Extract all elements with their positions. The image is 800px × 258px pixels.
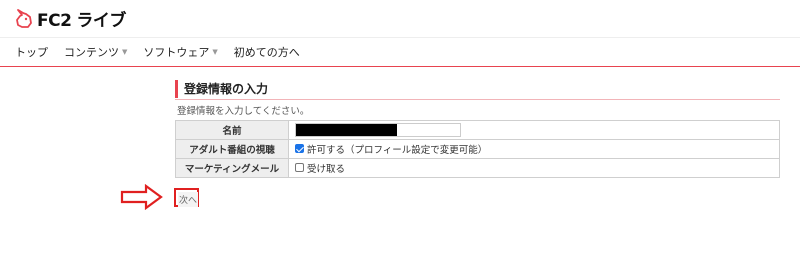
unicorn-logo-icon [16,9,32,28]
nav-item-contents[interactable]: コンテンツ ▼ [64,44,127,60]
registration-section: 登録情報の入力 登録情報を入力してください。 名前 アダルト番組の視聴 許可する… [175,80,780,178]
section-title: 登録情報の入力 [175,80,780,98]
adult-viewing-label: アダルト番組の視聴 [175,139,289,159]
nav-item-beginners[interactable]: 初めての方へ [234,44,300,60]
marketing-mail-option: 受け取る [307,163,346,175]
adult-viewing-checkbox[interactable]: 許可する（プロフィール設定で変更可能） [295,142,487,156]
checkbox-unchecked-icon[interactable] [295,163,304,173]
name-input[interactable] [295,123,461,137]
instruction-text: 登録情報を入力してください。 [177,106,310,117]
header: FC2 ライブ [0,0,800,36]
nav-item-top[interactable]: トップ [15,44,48,60]
marketing-mail-label: マーケティングメール [175,158,289,178]
highlight-box: 次へ [174,188,199,207]
logo-text: FC2 ライブ [37,10,126,31]
next-button[interactable]: 次へ [178,192,199,207]
section-underline [175,99,780,100]
checkbox-checked-icon[interactable] [295,144,304,154]
redacted-value [296,124,397,136]
chevron-down-icon: ▼ [122,48,128,56]
table-row: アダルト番組の視聴 許可する（プロフィール設定で変更可能） [175,139,780,159]
nav-item-label: コンテンツ [64,46,119,59]
nav-item-software[interactable]: ソフトウェア ▼ [143,44,217,60]
adult-viewing-option: 許可する（プロフィール設定で変更可能） [307,144,488,156]
nav-item-label: ソフトウェア [143,46,210,59]
marketing-mail-checkbox[interactable]: 受け取る [295,161,345,175]
arrow-right-icon [120,184,163,210]
nav-item-label: トップ [15,46,48,59]
header-divider [0,66,800,67]
name-cell [288,120,780,140]
fc2-live-logo[interactable]: FC2 ライブ [14,7,126,31]
name-label: 名前 [175,120,289,140]
table-row: マーケティングメール 受け取る [175,158,780,178]
registration-form-table: 名前 アダルト番組の視聴 許可する（プロフィール設定で変更可能） マーケティング… [175,120,780,178]
main-nav: トップ コンテンツ ▼ ソフトウェア ▼ 初めての方へ [0,37,800,65]
marketing-mail-cell: 受け取る [288,158,780,178]
adult-viewing-cell: 許可する（プロフィール設定で変更可能） [288,139,780,159]
chevron-down-icon: ▼ [212,48,218,56]
table-row: 名前 [175,120,780,140]
nav-item-label: 初めての方へ [233,46,300,59]
